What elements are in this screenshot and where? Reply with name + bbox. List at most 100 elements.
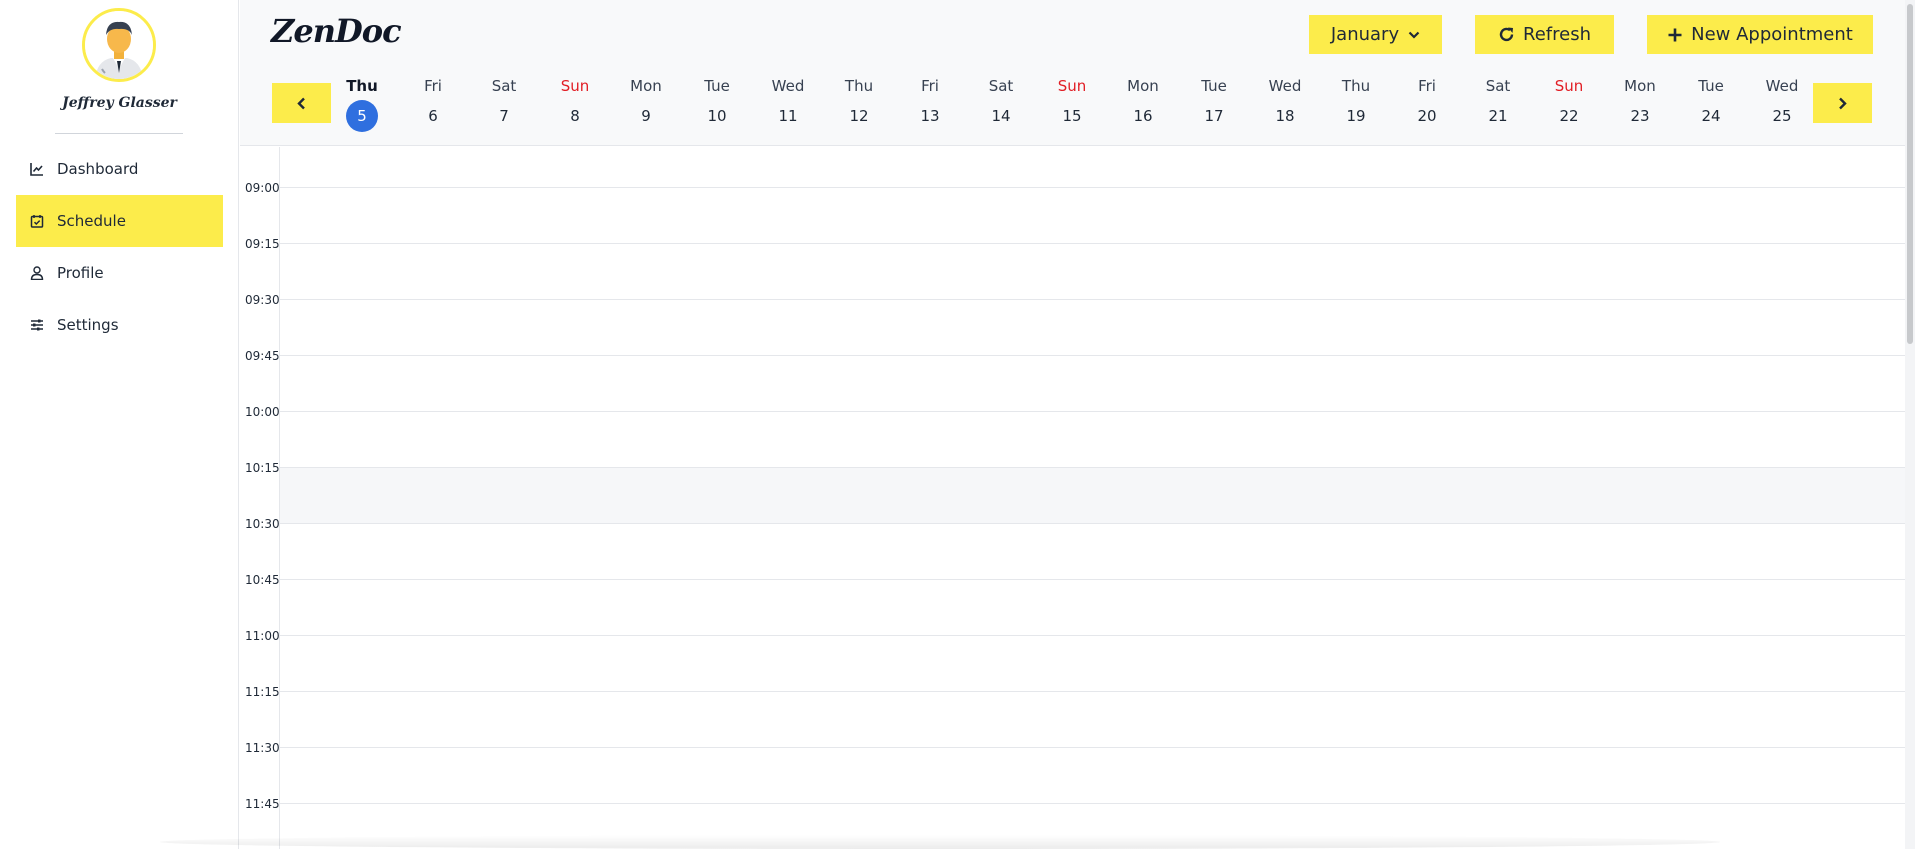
previous-days-button[interactable] (272, 83, 331, 123)
day-cell[interactable]: Tue 24 (1683, 76, 1739, 132)
day-number: 14 (991, 107, 1011, 125)
time-label: 09:00 (245, 181, 280, 195)
time-label: 10:00 (245, 405, 280, 419)
chart-line-icon (30, 162, 44, 176)
day-cell[interactable]: Tue 10 (689, 76, 745, 132)
sidebar-item-profile[interactable]: Profile (16, 247, 223, 299)
day-cell[interactable]: Tue 17 (1186, 76, 1242, 132)
chevron-left-icon (297, 97, 305, 109)
day-name: Wed (1765, 77, 1799, 95)
day-name: Mon (1127, 77, 1159, 95)
day-cell[interactable]: Sat 7 (476, 76, 532, 132)
time-slot-line (279, 243, 1905, 244)
plus-icon (1668, 28, 1682, 41)
day-cell[interactable]: Thu 19 (1328, 76, 1384, 132)
sidebar-item-dashboard[interactable]: Dashboard (16, 143, 223, 195)
calendar-check-icon (30, 214, 44, 228)
day-number: 18 (1275, 107, 1295, 125)
day-number: 12 (849, 107, 869, 125)
time-slot-line (279, 579, 1905, 580)
time-slot-line (279, 467, 1905, 468)
day-cell[interactable]: Mon 23 (1612, 76, 1668, 132)
time-slot-line (279, 523, 1905, 524)
day-number: 22 (1559, 107, 1579, 125)
main-content: ZenDoc January Refresh New Appointment T… (240, 0, 1905, 849)
new-appointment-button[interactable]: New Appointment (1647, 15, 1873, 54)
time-slot-line (279, 411, 1905, 412)
day-name: Tue (704, 77, 730, 95)
time-slot-line (279, 299, 1905, 300)
day-name: Sun (1057, 77, 1087, 95)
day-cell[interactable]: Wed 11 (760, 76, 816, 132)
sidebar-divider (55, 133, 183, 134)
day-number: 9 (641, 107, 651, 125)
schedule-header: ZenDoc January Refresh New Appointment T… (240, 0, 1905, 146)
day-cell[interactable]: Fri 13 (902, 76, 958, 132)
day-cell[interactable]: Sun 8 (547, 76, 603, 132)
time-grid[interactable]: 09:00 09:15 09:30 09:45 10:00 10:15 10:30 10:45… (240, 147, 1905, 849)
next-days-button[interactable] (1813, 83, 1872, 123)
day-cell[interactable]: Sat 14 (973, 76, 1029, 132)
sliders-icon (30, 318, 44, 332)
app-logo: ZenDoc (271, 12, 402, 50)
day-name: Mon (630, 77, 662, 95)
chevron-right-icon (1839, 97, 1847, 109)
chevron-down-icon (1408, 31, 1420, 39)
day-number: 21 (1488, 107, 1508, 125)
time-slot-line (279, 187, 1905, 188)
day-name: Sat (1485, 77, 1511, 95)
day-cell[interactable]: Fri 20 (1399, 76, 1455, 132)
day-cell[interactable]: Thu 5 (334, 76, 390, 132)
day-number: 6 (428, 107, 438, 125)
month-dropdown[interactable]: January (1309, 15, 1442, 54)
time-label: 11:00 (245, 629, 280, 643)
time-label: 10:30 (245, 517, 280, 531)
doctor-avatar-icon (85, 11, 153, 79)
new-appointment-label: New Appointment (1691, 24, 1853, 45)
time-slot-line (279, 355, 1905, 356)
day-cell[interactable]: Mon 9 (618, 76, 674, 132)
day-name: Thu (346, 77, 378, 95)
day-cell[interactable]: Wed 18 (1257, 76, 1313, 132)
sidebar-item-settings[interactable]: Settings (16, 299, 223, 351)
day-cell[interactable]: Thu 12 (831, 76, 887, 132)
sidebar-item-label: Dashboard (57, 160, 139, 178)
day-number: 5 (346, 100, 378, 132)
day-number: 19 (1346, 107, 1366, 125)
day-cell[interactable]: Sun 22 (1541, 76, 1597, 132)
day-cell[interactable]: Sun 15 (1044, 76, 1100, 132)
scrollbar-thumb[interactable] (1907, 4, 1913, 344)
day-number: 7 (499, 107, 509, 125)
sidebar-item-label: Profile (57, 264, 104, 282)
day-cell[interactable]: Mon 16 (1115, 76, 1171, 132)
day-name: Sun (560, 77, 590, 95)
day-cell[interactable]: Sat 21 (1470, 76, 1526, 132)
time-slot-line (279, 691, 1905, 692)
day-name: Wed (771, 77, 805, 95)
day-number: 20 (1417, 107, 1437, 125)
month-label: January (1330, 24, 1400, 45)
day-name: Mon (1624, 77, 1656, 95)
time-label: 10:15 (245, 461, 280, 475)
vertical-scrollbar[interactable] (1905, 0, 1915, 849)
refresh-button[interactable]: Refresh (1475, 15, 1614, 54)
refresh-label: Refresh (1523, 24, 1591, 45)
day-name: Sat (491, 77, 517, 95)
refresh-icon (1499, 27, 1514, 42)
time-label: 11:45 (245, 797, 280, 811)
day-cell[interactable]: Fri 6 (405, 76, 461, 132)
day-number: 15 (1062, 107, 1082, 125)
day-name: Thu (844, 77, 874, 95)
time-slot-line (279, 803, 1905, 804)
day-name: Fri (921, 77, 939, 95)
day-name: Fri (424, 77, 442, 95)
day-number: 16 (1133, 107, 1153, 125)
highlighted-slot[interactable] (280, 468, 1905, 523)
day-cell[interactable]: Wed 25 (1754, 76, 1810, 132)
sidebar-item-label: Schedule (57, 212, 126, 230)
day-number: 13 (920, 107, 940, 125)
bottom-shadow (160, 835, 1720, 849)
sidebar-item-schedule[interactable]: Schedule (16, 195, 223, 247)
day-name: Tue (1201, 77, 1227, 95)
day-number: 8 (570, 107, 580, 125)
